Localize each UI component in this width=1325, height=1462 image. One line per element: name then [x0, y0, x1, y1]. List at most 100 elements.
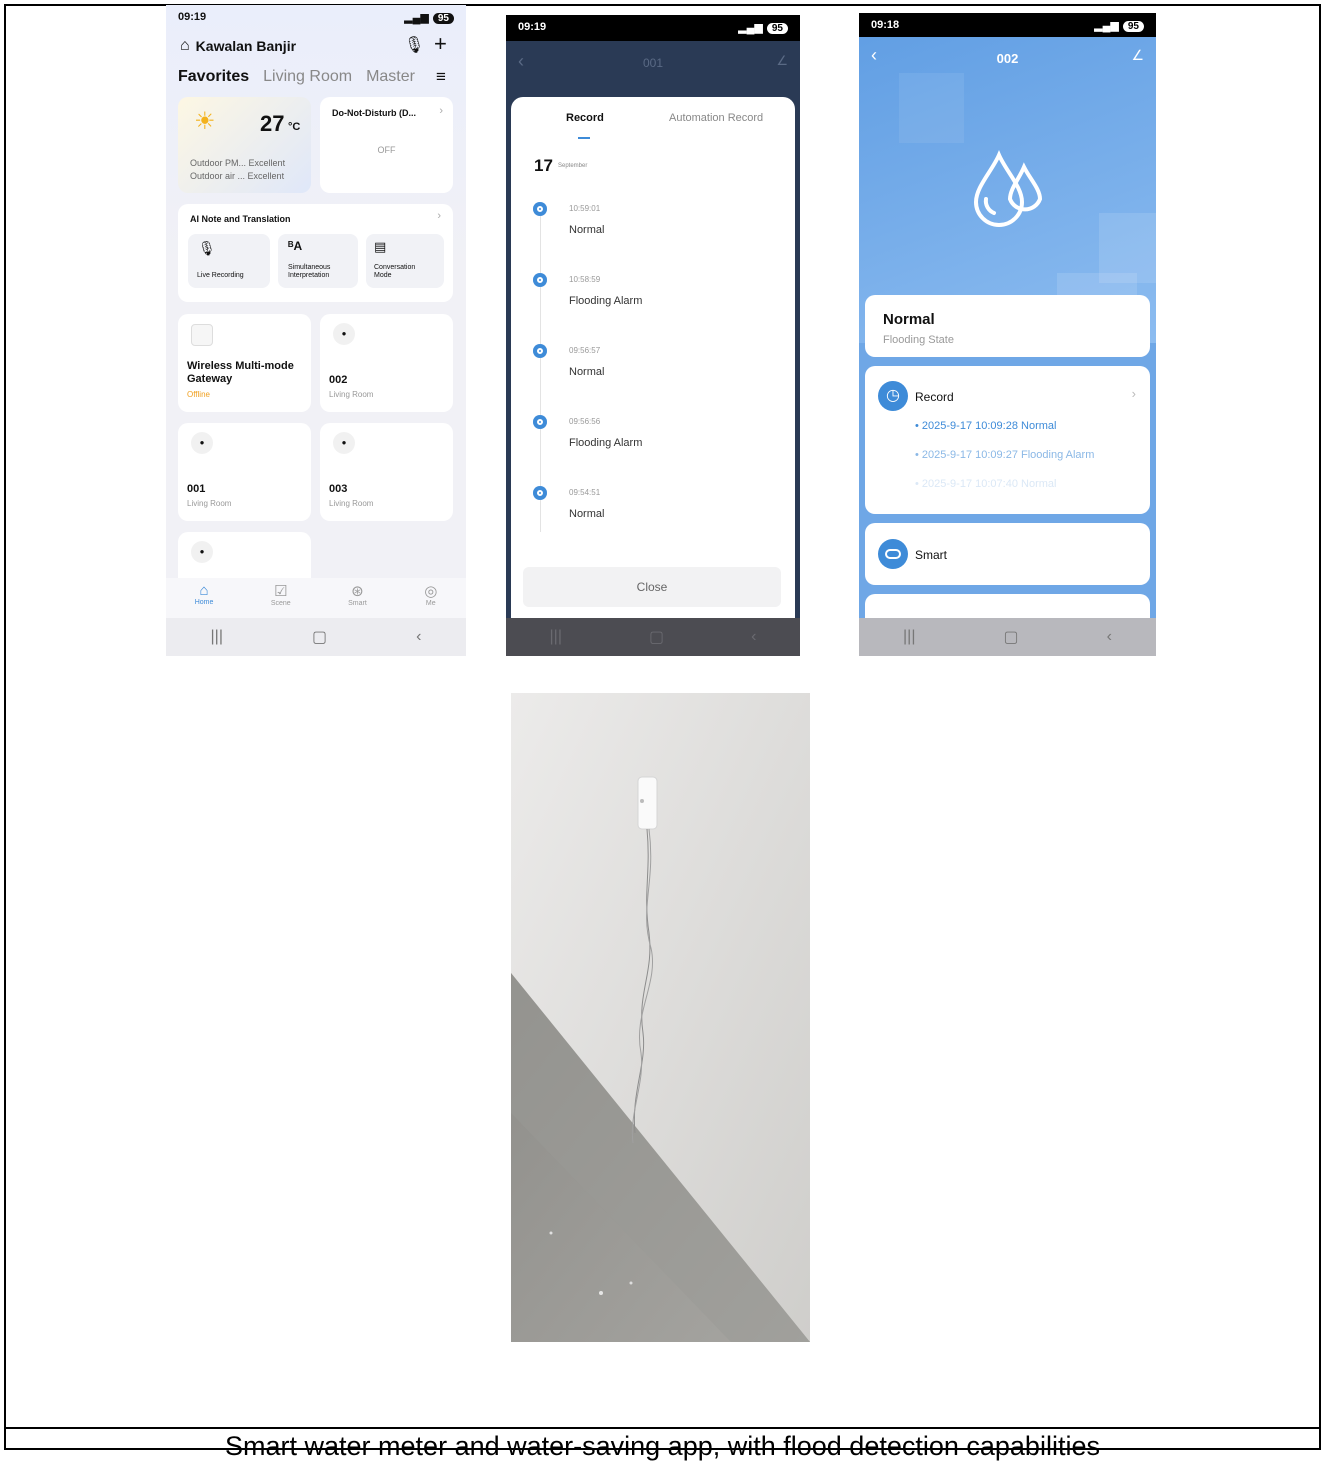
ai-card-title: AI Note and Translation	[190, 214, 291, 224]
home-button-icon[interactable]: ▢	[312, 627, 327, 647]
menu-icon[interactable]: ≡	[436, 67, 446, 87]
status-time: 09:19	[518, 21, 547, 33]
conversation-mode-label: Conversation Mode	[374, 264, 416, 279]
device-status: Offline	[187, 390, 210, 399]
battery-icon: 95	[1122, 21, 1144, 32]
sensor-photo	[511, 693, 810, 1342]
nav-home-label: Home	[194, 599, 214, 606]
record-entry-text: 2025-9-17 10:09:27 Flooding Alarm	[921, 449, 1095, 461]
phone-home-screen: 09:19 ▂▄▆ 95 ⌂ Kawalan Banjir 🎙 + Favorit…	[166, 5, 466, 656]
toggle-icon	[878, 539, 908, 569]
clock-icon: ◷	[878, 381, 908, 411]
add-icon[interactable]: +	[434, 31, 447, 57]
home-icon: ⌂	[180, 37, 190, 54]
smart-card[interactable]: Smart	[865, 523, 1150, 585]
record-entry-text: 2025-9-17 10:07:40 Normal	[921, 478, 1057, 490]
flood-state: Normal	[883, 311, 935, 328]
record-time: 10:59:01	[569, 204, 601, 213]
device-room: Living Room	[329, 499, 374, 508]
nav-scene[interactable]: ☑ Scene	[271, 582, 291, 618]
nav-home[interactable]: ⌂ Home	[195, 582, 214, 618]
record-time: 09:56:56	[569, 417, 601, 426]
device-card-001[interactable]: ● 001 Living Room	[178, 423, 311, 521]
status-bar: 09:19 ▂▄▆ 95	[166, 5, 466, 33]
nav-me[interactable]: ◎ Me	[424, 582, 437, 618]
water-sensor-icon: ●	[333, 323, 355, 345]
record-state: Normal	[569, 508, 605, 520]
record-entry-text: 2025-9-17 10:09:28 Normal	[921, 420, 1057, 432]
page-title: 002	[996, 51, 1019, 66]
interpretation-button[interactable]: ᴮA Simultaneous Interpretation	[278, 234, 358, 288]
record-entry: • 2025-9-17 10:09:28 Normal	[915, 420, 1057, 432]
record-time: 10:58:59	[569, 275, 601, 284]
microphone-icon[interactable]: 🎙	[404, 35, 424, 55]
back-icon[interactable]: ‹	[1107, 628, 1112, 646]
back-icon[interactable]: ‹	[751, 628, 756, 646]
tab-record[interactable]: Record	[566, 112, 604, 124]
conversation-mode-button[interactable]: ▤ Conversation Mode	[366, 234, 444, 288]
home-button-icon[interactable]: ▢	[649, 627, 664, 647]
water-sensor-icon: ●	[191, 541, 213, 563]
close-button[interactable]: Close	[523, 567, 781, 607]
page-title: 001	[642, 56, 664, 70]
phone-record-screen: 09:19 ▂▄▆ 95 ‹ 001 ∠ Record Automation Re…	[506, 15, 800, 656]
recents-icon[interactable]: |||	[903, 628, 915, 646]
home-button-icon[interactable]: ▢	[1003, 627, 1018, 647]
recents-icon[interactable]: |||	[550, 628, 562, 646]
water-sensor-icon: ●	[333, 432, 355, 454]
device-room: Living Room	[329, 390, 374, 399]
caption-divider	[6, 1427, 1319, 1429]
live-recording-label: Live Recording	[197, 272, 244, 279]
chevron-right-icon: ›	[439, 105, 443, 117]
device-card-003[interactable]: ● 003 Living Room	[320, 423, 453, 521]
system-nav-bar: ||| ▢ ‹	[166, 618, 466, 656]
pm-label: Outdoor PM...	[190, 158, 247, 168]
device-name: 003	[329, 483, 348, 495]
timeline-dot	[533, 415, 547, 429]
figure-caption: Smart water meter and water-saving app, …	[225, 1431, 1100, 1461]
back-icon[interactable]: ‹	[416, 628, 421, 646]
weather-card[interactable]: ☀ 27 °C Outdoor PM... Excellent Outdoor …	[178, 97, 311, 193]
water-drops-icon	[973, 150, 1043, 227]
decor-square	[899, 73, 964, 143]
smart-icon: ⊛	[351, 583, 364, 600]
tab-living-room[interactable]: Living Room	[263, 68, 352, 86]
device-name: Wireless Multi-mode Gateway	[187, 360, 294, 385]
dnd-card[interactable]: Do-Not-Disturb (D... › OFF	[320, 97, 453, 193]
state-card: Normal Flooding State	[865, 295, 1150, 357]
timeline-dot	[533, 344, 547, 358]
recents-icon[interactable]: |||	[211, 628, 223, 646]
tab-master[interactable]: Master	[366, 68, 415, 86]
device-card-gateway[interactable]: Wireless Multi-mode Gateway Offline	[178, 314, 311, 412]
record-state: Normal	[569, 224, 605, 236]
ai-note-card[interactable]: AI Note and Translation › 🎙 Live Recordi…	[178, 204, 453, 302]
record-item: 09:56:56 Flooding Alarm	[511, 415, 791, 475]
home-selector[interactable]: ⌂ Kawalan Banjir	[180, 37, 296, 55]
profile-icon: ◎	[424, 583, 438, 600]
device-name: 002	[329, 374, 348, 386]
wall-sensor-photo	[511, 693, 810, 1342]
battery-icon: 95	[432, 13, 454, 24]
nav-scene-label: Scene	[270, 600, 291, 607]
tab-indicator	[578, 137, 590, 139]
smart-label: Smart	[915, 548, 948, 562]
tab-automation-record[interactable]: Automation Record	[669, 112, 763, 124]
edit-icon[interactable]: ∠	[776, 53, 788, 69]
record-card[interactable]: ◷ Record › • 2025-9-17 10:09:28 Normal •…	[865, 366, 1150, 514]
record-item: 10:58:59 Flooding Alarm	[511, 273, 791, 333]
pm-value: Excellent	[248, 158, 286, 168]
nav-me-label: Me	[425, 600, 436, 607]
edit-icon[interactable]: ∠	[1131, 47, 1144, 64]
record-item: 09:56:57 Normal	[511, 344, 791, 404]
nav-smart[interactable]: ⊛ Smart	[348, 582, 367, 618]
signal-icon: ▂▄▆	[404, 12, 429, 24]
battery-icon: 95	[766, 23, 788, 34]
live-recording-button[interactable]: 🎙 Live Recording	[188, 234, 270, 288]
system-nav-bar: ||| ▢ ‹	[506, 618, 800, 656]
device-card-002[interactable]: ● 002 Living Room	[320, 314, 453, 412]
record-entry: • 2025-9-17 10:07:40 Normal	[915, 478, 1057, 490]
conversation-icon: ▤	[374, 239, 387, 254]
air-value: Excellent	[247, 171, 285, 181]
tab-favorites[interactable]: Favorites	[178, 68, 249, 86]
status-time: 09:18	[871, 19, 900, 31]
